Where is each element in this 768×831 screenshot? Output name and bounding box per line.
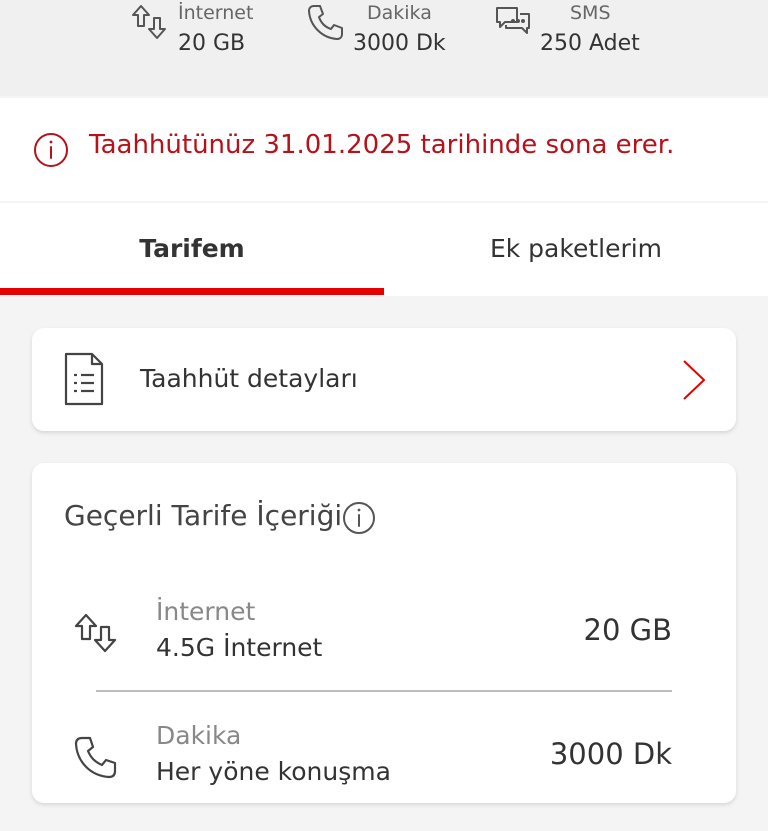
row-label: Dakika bbox=[156, 721, 242, 750]
usage-summary: İnternet 20 GB Dakika 3000 Dk SMS 250 Ad… bbox=[0, 0, 768, 96]
summary-label: İnternet bbox=[178, 2, 254, 24]
row-sublabel: 4.5G İnternet bbox=[156, 633, 323, 662]
summary-value: 250 Adet bbox=[540, 31, 640, 56]
data-transfer-icon bbox=[130, 2, 170, 42]
alert-text: Taahhütünüz 31.01.2025 tarihinde sona er… bbox=[89, 130, 675, 160]
tab-tarifem[interactable]: Tarifem bbox=[0, 203, 384, 296]
chat-icon bbox=[492, 2, 532, 42]
phone-icon bbox=[72, 733, 120, 781]
tab-label: Ek paketlerim bbox=[489, 234, 663, 263]
commitment-details-label: Taahhüt detayları bbox=[140, 364, 358, 393]
divider bbox=[96, 690, 672, 692]
row-value: 20 GB bbox=[583, 613, 673, 647]
commitment-alert: Taahhütünüz 31.01.2025 tarihinde sona er… bbox=[0, 98, 768, 201]
active-tab-indicator bbox=[0, 288, 384, 295]
row-value: 3000 Dk bbox=[549, 737, 672, 771]
data-transfer-icon bbox=[72, 609, 120, 657]
summary-label: SMS bbox=[570, 2, 611, 24]
summary-item-minutes[interactable]: Dakika 3000 Dk bbox=[305, 0, 455, 70]
tab-ek-paketlerim[interactable]: Ek paketlerim bbox=[384, 203, 768, 296]
summary-value: 20 GB bbox=[178, 31, 246, 56]
info-icon[interactable] bbox=[342, 501, 376, 535]
tariff-row-minutes: Dakika Her yöne konuşma 3000 Dk bbox=[32, 721, 736, 831]
info-circle-icon bbox=[33, 132, 69, 168]
tab-bar: Tarifem Ek paketlerim bbox=[0, 203, 768, 296]
current-tariff-card: Geçerli Tarife İçeriği İnternet 4.5G İnt… bbox=[32, 463, 736, 803]
row-sublabel: Her yöne konuşma bbox=[156, 757, 391, 786]
summary-value: 3000 Dk bbox=[353, 31, 446, 56]
document-icon bbox=[62, 351, 106, 407]
tariff-title: Geçerli Tarife İçeriği bbox=[64, 499, 343, 532]
chevron-right-icon bbox=[676, 358, 712, 402]
row-label: İnternet bbox=[156, 597, 256, 626]
phone-icon bbox=[305, 2, 345, 42]
summary-item-internet[interactable]: İnternet 20 GB bbox=[130, 0, 270, 70]
tab-label: Tarifem bbox=[139, 234, 245, 263]
summary-item-sms[interactable]: SMS 250 Adet bbox=[492, 0, 652, 70]
summary-label: Dakika bbox=[367, 2, 432, 24]
commitment-details-card[interactable]: Taahhüt detayları bbox=[32, 328, 736, 431]
